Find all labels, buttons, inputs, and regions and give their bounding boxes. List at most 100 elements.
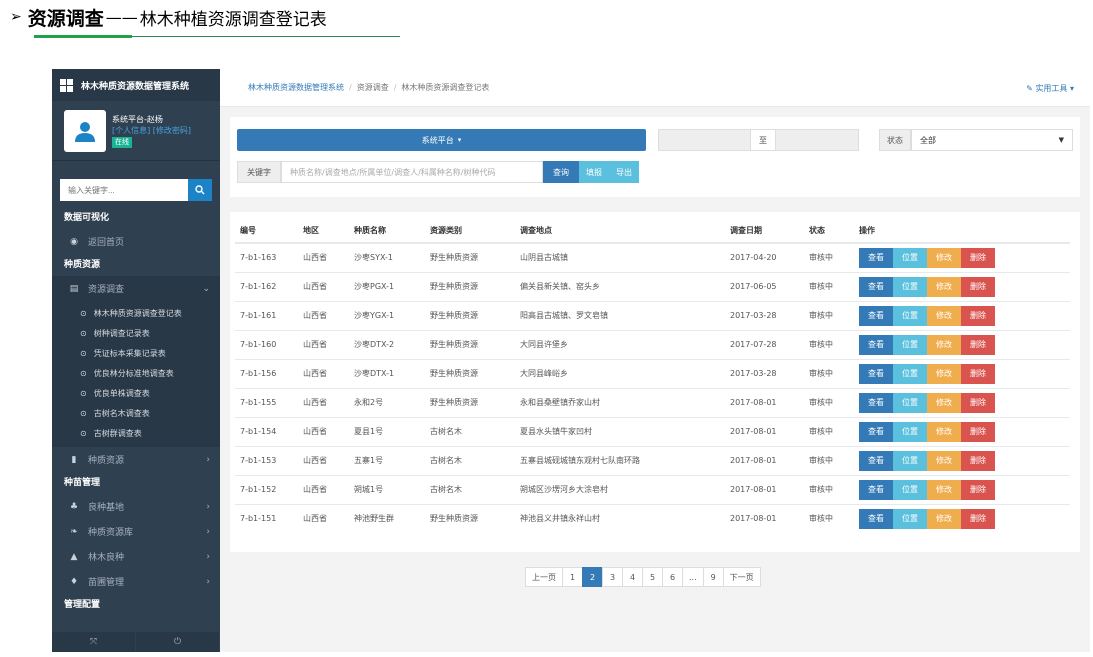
table-cell: 山西省	[298, 300, 349, 330]
delete-button[interactable]: 删除	[961, 334, 995, 355]
view-button[interactable]: 查看	[859, 334, 893, 355]
column-header: 状态	[804, 219, 854, 244]
grid-icon	[60, 78, 73, 92]
delete-button[interactable]: 删除	[961, 247, 995, 268]
table-cell: 审核中	[804, 503, 854, 533]
view-button[interactable]: 查看	[859, 508, 893, 529]
view-button[interactable]: 查看	[859, 247, 893, 268]
status-label: 状态	[879, 129, 911, 151]
delete-button[interactable]: 删除	[961, 392, 995, 413]
location-button[interactable]: 位置	[893, 508, 927, 529]
table-cell: 2017-08-01	[725, 474, 804, 504]
table-cell: 山西省	[298, 358, 349, 388]
view-button[interactable]: 查看	[859, 421, 893, 442]
submenu-item[interactable]: ⊙ 林木种质资源调查登记表	[52, 303, 220, 323]
sidebar-item-repository[interactable]: ❧ 种质资源库 ›	[52, 519, 220, 544]
location-button[interactable]: 位置	[893, 392, 927, 413]
edit-button[interactable]: 修改	[927, 247, 961, 268]
delete-button[interactable]: 删除	[961, 450, 995, 471]
circle-dot-icon: ⊙	[80, 368, 87, 378]
page-button[interactable]: 9	[702, 567, 724, 587]
delete-button[interactable]: 删除	[961, 363, 995, 384]
edit-button[interactable]: 修改	[927, 421, 961, 442]
location-button[interactable]: 位置	[893, 276, 927, 297]
delete-button[interactable]: 删除	[961, 421, 995, 442]
delete-button[interactable]: 删除	[961, 305, 995, 326]
submenu-item[interactable]: ⊙ 优良单株调查表	[52, 383, 220, 403]
sidebar-item-nursery[interactable]: ♦ 苗圃管理 ›	[52, 569, 220, 594]
edit-button[interactable]: 修改	[927, 276, 961, 297]
fullscreen-button[interactable]: ⤧	[52, 632, 136, 652]
query-button[interactable]: 查询	[543, 161, 579, 183]
submenu-item[interactable]: ⊙ 优良林分标准地调查表	[52, 363, 220, 383]
delete-button[interactable]: 删除	[961, 276, 995, 297]
logout-button[interactable]: ⏻	[136, 632, 220, 652]
edit-button[interactable]: 修改	[927, 334, 961, 355]
user-name: 系统平台-赵杨	[112, 114, 163, 124]
page-button[interactable]: 2	[582, 567, 603, 587]
delete-button[interactable]: 删除	[961, 479, 995, 500]
breadcrumb-survey[interactable]: 资源调查	[357, 82, 389, 93]
view-button[interactable]: 查看	[859, 276, 893, 297]
keyword-input[interactable]: 种质名称/调查地点/所属单位/调查人/科属种名称/树种代码	[281, 161, 543, 183]
avatar[interactable]	[64, 109, 106, 152]
delete-button[interactable]: 删除	[961, 508, 995, 529]
location-button[interactable]: 位置	[893, 363, 927, 384]
export-button[interactable]: 导出	[609, 161, 639, 183]
submenu-item[interactable]: ⊙ 树种调查记录表	[52, 323, 220, 343]
next-page-button[interactable]: 下一页	[722, 567, 761, 587]
edit-button[interactable]: 修改	[927, 508, 961, 529]
end-date-input[interactable]	[775, 129, 859, 151]
sidebar-item-germplasm[interactable]: ▮ 种质资源 ›	[52, 447, 220, 472]
submenu-item[interactable]: ⊙ 古树名木调查表	[52, 403, 220, 423]
sidebar-item-survey[interactable]: ▤ 资源调查 ⌄	[52, 276, 220, 301]
edit-button[interactable]: 修改	[927, 450, 961, 471]
view-button[interactable]: 查看	[859, 363, 893, 384]
page-button[interactable]: 5	[642, 567, 663, 587]
location-button[interactable]: 位置	[893, 479, 927, 500]
table-cell: 野生种质资源	[425, 329, 515, 359]
view-button[interactable]: 查看	[859, 450, 893, 471]
edit-button[interactable]: 修改	[927, 305, 961, 326]
table-cell: 审核中	[804, 445, 854, 475]
location-button[interactable]: 位置	[893, 305, 927, 326]
column-header: 编号	[235, 219, 298, 244]
platform-dropdown[interactable]: 系统平台 ▾	[237, 129, 646, 151]
power-icon: ⏻	[173, 637, 182, 647]
sidebar-item-fine-varieties[interactable]: ▲ 林木良种 ›	[52, 544, 220, 569]
table-cell: 山阴县古城镇	[515, 242, 725, 272]
view-button[interactable]: 查看	[859, 479, 893, 500]
edit-button[interactable]: 修改	[927, 392, 961, 413]
page-button[interactable]: 4	[622, 567, 643, 587]
chevron-right-icon: ›	[206, 454, 210, 465]
table-cell: 2017-08-01	[725, 445, 804, 475]
prev-page-button[interactable]: 上一页	[525, 567, 563, 587]
location-button[interactable]: 位置	[893, 421, 927, 442]
page-button[interactable]: 1	[562, 567, 583, 587]
fill-button[interactable]: 填报	[579, 161, 609, 183]
submenu-item[interactable]: ⊙ 凭证标本采集记录表	[52, 343, 220, 363]
breadcrumb-home[interactable]: 林木种质资源数据管理系统	[248, 82, 344, 93]
column-header: 资源类别	[425, 219, 515, 244]
user-links[interactable]: [个人信息] [修改密码]	[112, 125, 191, 136]
page-button[interactable]: 6	[662, 567, 683, 587]
breadcrumb-current: 林木种质资源调查登记表	[401, 83, 490, 92]
edit-button[interactable]: 修改	[927, 479, 961, 500]
doc-dash: ——	[105, 7, 138, 27]
table-row: 7-b1-161 山西省 沙枣YGX-1 野生种质资源 阳高县古城镇、罗文皂镇 2017-…	[235, 300, 1070, 330]
view-button[interactable]: 查看	[859, 392, 893, 413]
status-select[interactable]: 全部 ▼	[911, 129, 1073, 151]
view-button[interactable]: 查看	[859, 305, 893, 326]
start-date-input[interactable]	[658, 129, 751, 151]
sidebar-item-base[interactable]: ♣ 良种基地 ›	[52, 494, 220, 519]
sidebar-search-input[interactable]	[60, 179, 188, 201]
sidebar-item-home[interactable]: ◉ 返回首页	[52, 229, 220, 254]
location-button[interactable]: 位置	[893, 334, 927, 355]
submenu-item[interactable]: ⊙ 古树群调查表	[52, 423, 220, 443]
page-button[interactable]: 3	[602, 567, 623, 587]
location-button[interactable]: 位置	[893, 450, 927, 471]
edit-button[interactable]: 修改	[927, 363, 961, 384]
tools-menu[interactable]: ✎ 实用工具 ▾	[1026, 83, 1074, 94]
location-button[interactable]: 位置	[893, 247, 927, 268]
sidebar-search-button[interactable]	[188, 179, 212, 201]
